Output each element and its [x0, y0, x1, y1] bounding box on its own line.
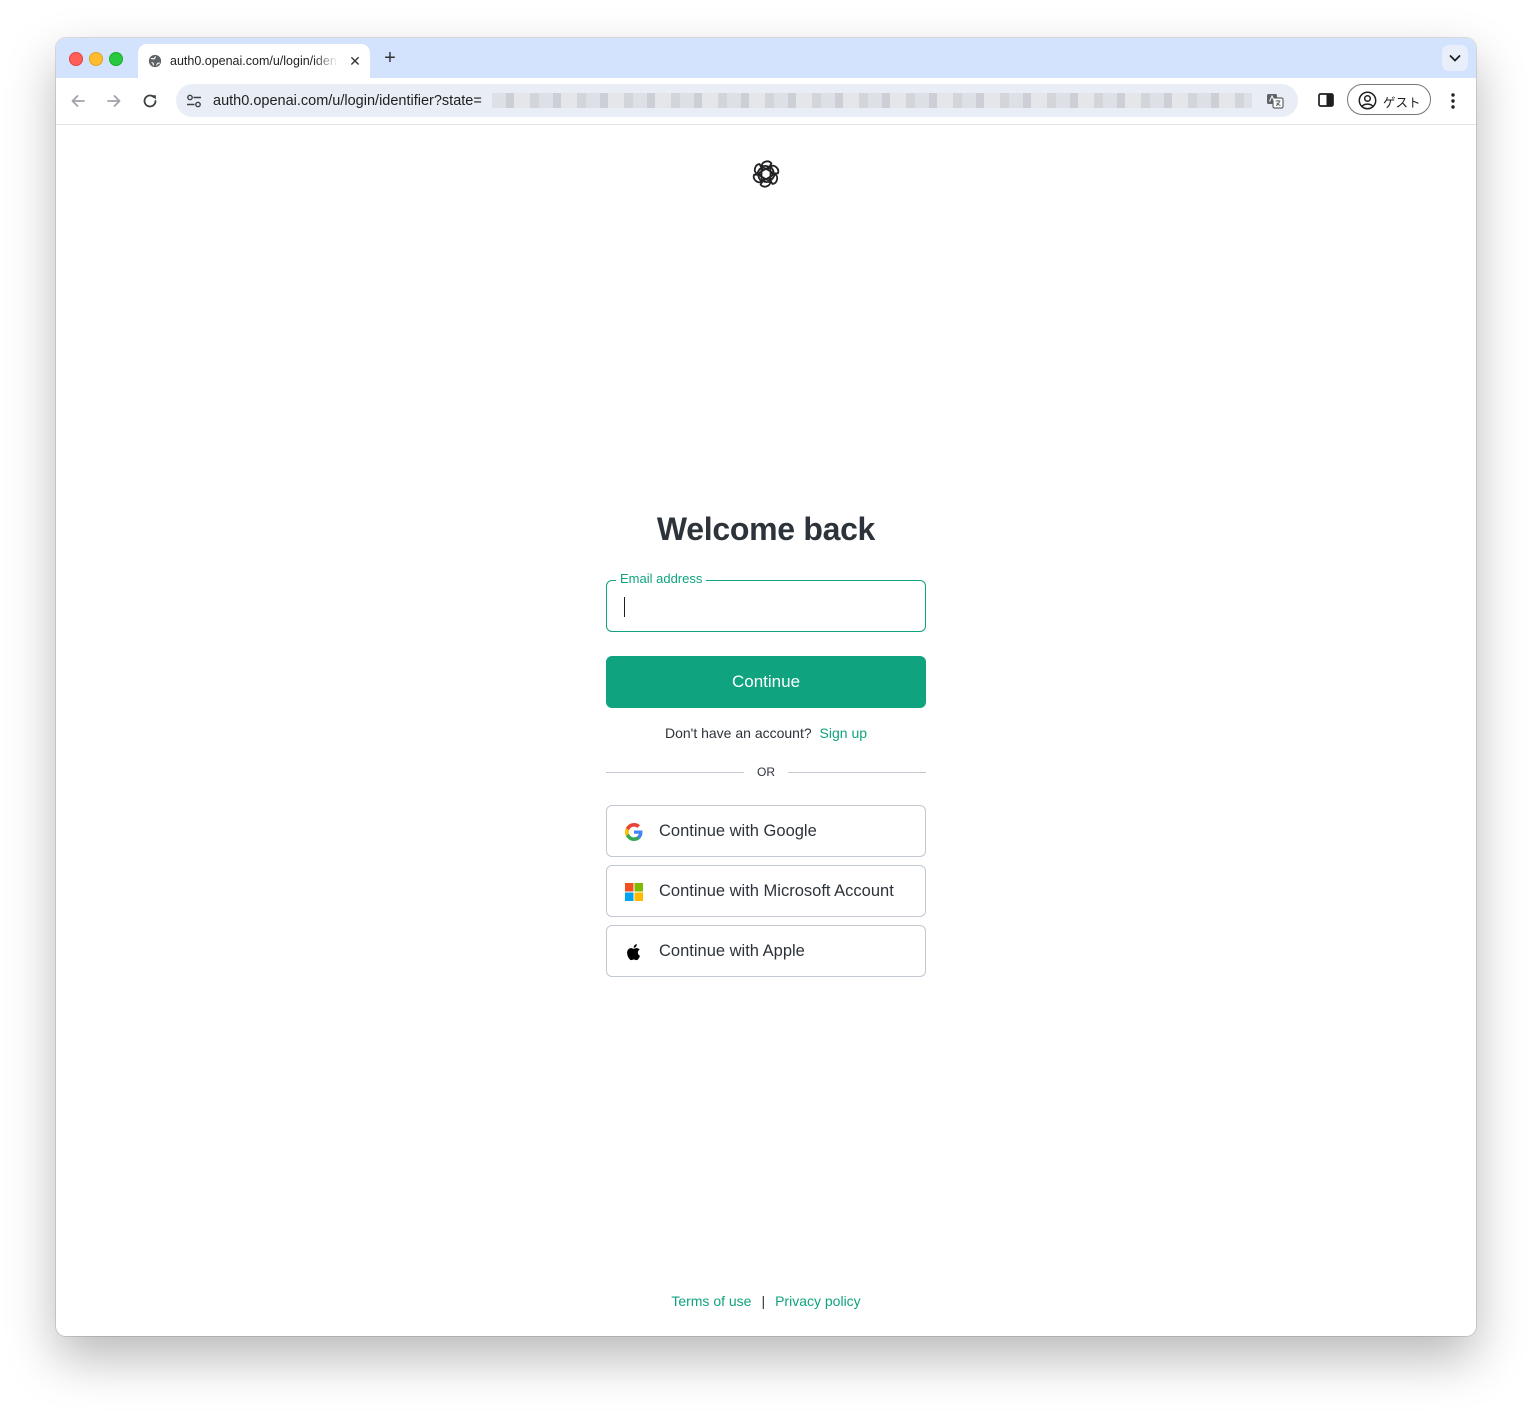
browser-tab[interactable]: auth0.openai.com/u/login/identifier ✕	[138, 44, 370, 78]
minimize-window-button[interactable]	[89, 52, 103, 66]
email-field[interactable]: Email address	[606, 571, 926, 632]
browser-window: auth0.openai.com/u/login/identifier ✕ +	[56, 38, 1476, 1336]
tab-search-button[interactable]	[1442, 45, 1468, 71]
google-icon	[625, 823, 643, 841]
tab-strip: auth0.openai.com/u/login/identifier ✕ +	[56, 38, 1476, 78]
continue-with-microsoft-button[interactable]: Continue with Microsoft Account	[606, 865, 926, 917]
divider-line	[788, 772, 926, 773]
apple-icon	[627, 944, 640, 961]
signup-prompt-row: Don't have an account? Sign up	[56, 725, 1476, 741]
new-tab-button[interactable]: +	[379, 47, 401, 69]
account-circle-icon	[1358, 91, 1377, 110]
footer-separator: |	[761, 1293, 766, 1309]
chevron-down-icon	[1449, 55, 1461, 62]
page-title: Welcome back	[656, 511, 876, 547]
google-button-label: Continue with Google	[659, 822, 817, 840]
address-url: auth0.openai.com/u/login/identifier?stat…	[213, 93, 482, 109]
microsoft-button-label: Continue with Microsoft Account	[659, 882, 894, 900]
reload-icon[interactable]	[139, 90, 161, 112]
forward-arrow-icon[interactable]	[103, 90, 125, 112]
close-tab-icon[interactable]: ✕	[346, 52, 364, 70]
continue-with-apple-button[interactable]: Continue with Apple	[606, 925, 926, 977]
signup-link[interactable]: Sign up	[820, 725, 867, 741]
or-divider: OR	[606, 765, 926, 781]
translate-icon[interactable]	[1266, 92, 1284, 110]
browser-toolbar: auth0.openai.com/u/login/identifier?stat…	[56, 78, 1476, 125]
more-menu-icon[interactable]	[1443, 90, 1463, 112]
profile-button[interactable]: ゲスト	[1347, 84, 1431, 115]
side-panel-icon[interactable]	[1316, 90, 1336, 110]
email-input[interactable]	[606, 580, 926, 632]
terms-link[interactable]: Terms of use	[671, 1293, 751, 1309]
globe-icon	[148, 54, 162, 68]
email-label: Email address	[616, 571, 707, 587]
profile-label: ゲスト	[1383, 96, 1421, 110]
address-bar[interactable]: auth0.openai.com/u/login/identifier?stat…	[176, 84, 1298, 117]
page-content: Welcome back Email address Continue Don'…	[56, 125, 1476, 1336]
microsoft-icon	[625, 883, 643, 901]
redacted-query	[492, 93, 1252, 108]
signup-prompt: Don't have an account?	[664, 725, 812, 741]
apple-button-label: Continue with Apple	[659, 942, 805, 960]
privacy-link[interactable]: Privacy policy	[775, 1293, 861, 1309]
page-footer: Terms of use | Privacy policy	[56, 1293, 1476, 1309]
openai-logo-icon	[752, 160, 780, 188]
continue-button[interactable]: Continue	[606, 656, 926, 708]
continue-with-google-button[interactable]: Continue with Google	[606, 805, 926, 857]
site-settings-icon[interactable]	[185, 92, 203, 110]
tab-title: auth0.openai.com/u/login/identifier	[170, 54, 338, 68]
close-window-button[interactable]	[69, 52, 83, 66]
maximize-window-button[interactable]	[109, 52, 123, 66]
text-caret	[624, 597, 625, 617]
back-arrow-icon[interactable]	[67, 90, 89, 112]
